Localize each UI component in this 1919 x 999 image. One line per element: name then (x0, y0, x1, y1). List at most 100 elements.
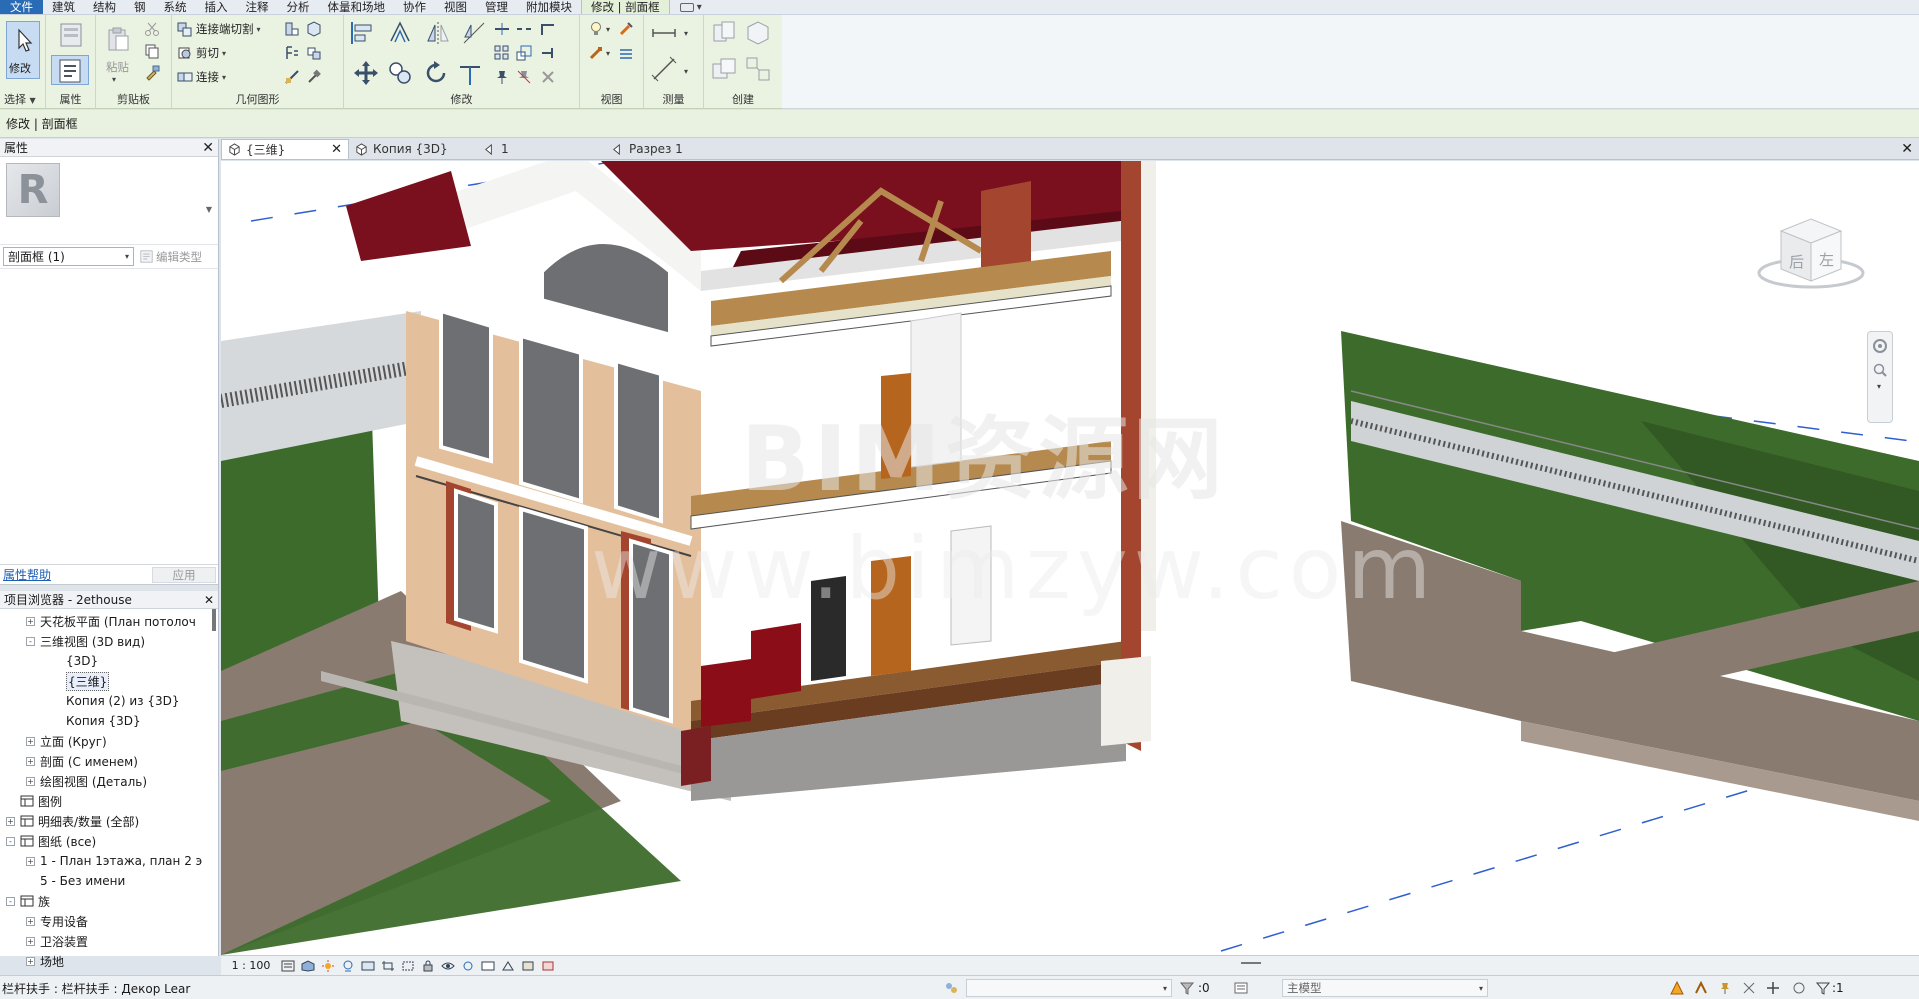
expand-icon[interactable]: + (26, 616, 35, 626)
tab-collaborate[interactable]: 协作 (394, 0, 435, 14)
scale-icon[interactable] (516, 45, 532, 61)
zoom-icon[interactable] (1872, 362, 1888, 378)
tab-addins[interactable]: 附加模块 (517, 0, 581, 14)
create-assembly-icon[interactable] (710, 19, 738, 47)
select-by-face-icon[interactable] (1742, 981, 1756, 995)
copy-icon[interactable] (144, 43, 160, 59)
expand-icon[interactable]: + (26, 856, 35, 866)
tree-item[interactable]: Копия (2) из {3D} (46, 691, 180, 711)
properties-help-link[interactable]: 属性帮助 (3, 566, 51, 583)
select-dropdown[interactable]: 选择 ▼ (0, 91, 45, 107)
reveal-constraints-icon[interactable] (541, 960, 555, 972)
match-properties-icon[interactable] (144, 65, 160, 81)
cut-scissors-icon[interactable] (144, 21, 160, 37)
tree-item[interactable]: {3D} (46, 651, 98, 671)
expand-icon[interactable]: + (26, 736, 35, 746)
tree-item[interactable]: + 天花板平面 (План потолоч (26, 611, 196, 631)
view-tab[interactable]: {三维} ✕ (221, 139, 349, 159)
chevron-down-icon[interactable]: ▼ (206, 205, 212, 214)
tab-steel[interactable]: 钢 (125, 0, 155, 14)
tree-item[interactable]: - 图纸 (все) (6, 831, 96, 851)
expand-icon[interactable]: + (26, 936, 35, 946)
array-icon[interactable] (494, 45, 510, 61)
rotate-icon[interactable] (422, 59, 450, 87)
tree-item[interactable]: + 卫浴装置 (26, 931, 88, 951)
ribbon-minimize-toggle[interactable]: ▾ (679, 0, 702, 14)
pin-icon[interactable] (494, 69, 510, 85)
join-geometry-button[interactable]: 连接 ▾ (177, 69, 226, 85)
steering-wheel-icon[interactable] (1872, 338, 1888, 354)
split-face-icon[interactable] (306, 21, 322, 37)
expand-icon[interactable]: + (26, 916, 35, 926)
tab-manage[interactable]: 管理 (476, 0, 517, 14)
tree-item[interactable]: 图例 (6, 791, 62, 811)
worksharing-icon[interactable] (944, 981, 958, 995)
delete-icon[interactable] (540, 69, 556, 85)
view-scale[interactable]: 1 : 100 (221, 959, 281, 972)
split-element-icon[interactable] (494, 21, 510, 37)
join-cut-button[interactable]: 连接端切割 ▾ (177, 21, 261, 37)
tab-file[interactable]: 文件 (0, 0, 43, 14)
close-icon[interactable]: ✕ (204, 593, 214, 607)
crop-view-icon[interactable] (381, 960, 395, 972)
apply-button[interactable]: 应用 (152, 566, 216, 583)
collapse-icon[interactable]: - (6, 896, 15, 906)
paste-icon[interactable] (104, 25, 132, 53)
copy-element-icon[interactable] (386, 59, 414, 87)
cut-geometry-button[interactable]: 剪切 ▾ (177, 45, 226, 61)
tab-systems[interactable]: 系统 (155, 0, 196, 14)
tree-item[interactable]: {三维} (46, 671, 110, 691)
tab-modify-section-box[interactable]: 修改 | 剖面框 (581, 0, 670, 14)
modify-button[interactable]: 修改 (6, 21, 40, 79)
expand-icon[interactable]: + (6, 816, 15, 826)
mirror-draw-icon[interactable] (460, 19, 488, 47)
tab-insert[interactable]: 插入 (196, 0, 237, 14)
filter-selection-icon[interactable] (1815, 981, 1831, 995)
view-cube-face-left[interactable]: 左 (1819, 249, 1834, 270)
reveal-hidden-icon[interactable] (461, 960, 475, 972)
paintbrush-icon[interactable] (618, 21, 634, 37)
lightbulb-icon[interactable] (588, 21, 604, 37)
tab-architecture[interactable]: 建筑 (43, 0, 84, 14)
close-icon[interactable]: ✕ (1901, 141, 1913, 157)
type-properties-icon[interactable] (57, 21, 85, 49)
tree-item[interactable]: 5 - Без имени (26, 871, 125, 891)
tree-item[interactable]: +1 - План 1этажа, план 2 э (26, 851, 202, 871)
expand-icon[interactable]: + (26, 776, 35, 786)
drawing-area[interactable]: BIM资源网 www.bimzyw.com 后 左 ▾ (221, 161, 1919, 955)
hammer-icon[interactable] (306, 69, 322, 85)
demolish-icon[interactable] (284, 45, 300, 61)
tree-item[interactable]: + 立面 (Круг) (26, 731, 107, 751)
aligned-dimension-icon[interactable] (650, 55, 678, 83)
properties-button[interactable] (51, 55, 89, 85)
background-processes-icon[interactable] (1792, 981, 1806, 995)
visual-style-icon[interactable] (301, 959, 315, 972)
mirror-axis-icon[interactable] (424, 19, 452, 47)
override-graphics-icon[interactable] (588, 45, 604, 61)
highlight-displacement-icon[interactable] (521, 960, 535, 972)
view-tab[interactable]: Копия {3D} (349, 139, 477, 159)
create-group-icon[interactable] (710, 55, 738, 83)
render-icon[interactable] (361, 960, 375, 972)
paint-icon[interactable] (306, 45, 322, 61)
cope-icon[interactable] (284, 69, 300, 85)
tree-item[interactable]: Копия {3D} (46, 711, 141, 731)
design-option-dropdown[interactable]: 主模型 ▾ (1282, 979, 1488, 997)
workset-dropdown[interactable]: ▾ (966, 979, 1172, 997)
linework-icon[interactable] (618, 45, 634, 61)
editing-requests-icon[interactable] (1234, 981, 1248, 995)
view-tab[interactable]: 1 (477, 139, 605, 159)
tree-item[interactable]: + 专用设备 (26, 911, 88, 931)
tree-item[interactable]: + 绘图视图 (Деталь) (26, 771, 147, 791)
split-gap-icon[interactable] (516, 21, 532, 37)
chevron-down-icon[interactable]: ▾ (1877, 382, 1881, 391)
type-selector[interactable]: 剖面框 (1) ▾ (3, 247, 134, 266)
create-parts-icon[interactable] (744, 19, 772, 47)
show-analytical-icon[interactable] (501, 960, 515, 972)
tab-structure[interactable]: 结构 (84, 0, 125, 14)
trim-single-icon[interactable] (540, 45, 556, 61)
unpin-icon[interactable] (516, 69, 532, 85)
crop-region-icon[interactable] (401, 960, 415, 972)
scrollbar-thumb[interactable] (212, 609, 216, 631)
create-similar-icon[interactable] (744, 55, 772, 83)
